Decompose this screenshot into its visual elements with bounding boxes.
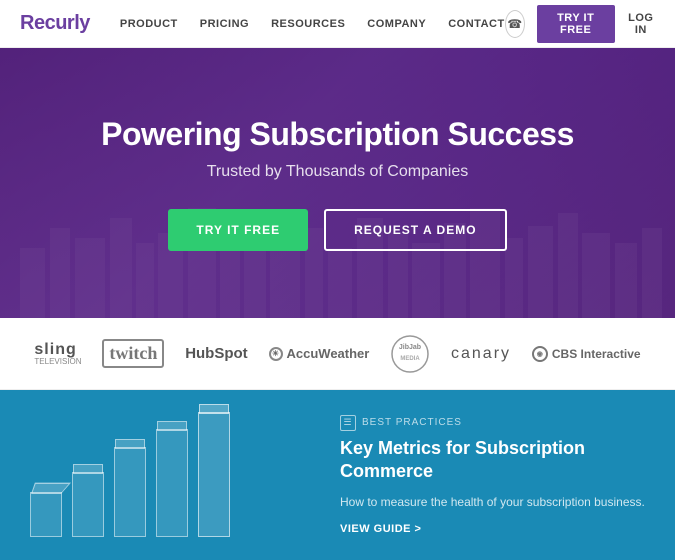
logo-canary: canary — [451, 345, 511, 363]
accuweather-icon: ☀ — [269, 347, 283, 361]
navbar-try-button[interactable]: TRY IT FREE — [537, 5, 615, 43]
logo-hubspot: HubSpot — [185, 345, 247, 362]
logo-sling: sling TELEVISION — [34, 342, 81, 366]
logos-strip: sling TELEVISION twitch HubSpot ☀ AccuWe… — [0, 318, 675, 390]
nav-contact[interactable]: CONTACT — [448, 18, 504, 30]
nav-resources[interactable]: RESOURCES — [271, 18, 345, 30]
nav-product[interactable]: PRODUCT — [120, 18, 178, 30]
feature-title: Key Metrics for Subscription Commerce — [340, 437, 645, 484]
sling-tv-label: TELEVISION — [34, 358, 81, 366]
nav-company[interactable]: COMPANY — [367, 18, 426, 30]
logo-accuweather: ☀ AccuWeather — [269, 346, 370, 361]
tag-icon: ☰ — [340, 415, 356, 431]
navbar-login-button[interactable]: LOG IN — [627, 12, 655, 36]
jibjab-svg: JibJab MEDIA — [390, 334, 430, 374]
chart-bar-5 — [198, 412, 230, 537]
chart-bar-3 — [114, 447, 146, 537]
hero-try-button[interactable]: TRY IT FREE — [168, 209, 308, 251]
chart-bar-1 — [30, 492, 62, 537]
hero-section: Powering Subscription Success Trusted by… — [0, 48, 675, 318]
hero-content: Powering Subscription Success Trusted by… — [101, 116, 574, 251]
logo-cbs: ◉ CBS Interactive — [532, 346, 641, 362]
hero-subtitle: Trusted by Thousands of Companies — [101, 163, 574, 181]
svg-text:MEDIA: MEDIA — [401, 356, 421, 362]
navbar: Recurly PRODUCT PRICING RESOURCES COMPAN… — [0, 0, 675, 48]
hero-title: Powering Subscription Success — [101, 116, 574, 153]
logo-jibjab: JibJab MEDIA — [390, 334, 430, 374]
chart-bar-4 — [156, 429, 188, 537]
logo[interactable]: Recurly — [20, 12, 90, 35]
hero-demo-button[interactable]: REQUEST A DEMO — [324, 209, 506, 251]
cbs-icon: ◉ — [532, 346, 548, 362]
chart-area — [30, 405, 310, 545]
nav-links: PRODUCT PRICING RESOURCES COMPANY CONTAC… — [120, 18, 505, 30]
hero-buttons: TRY IT FREE REQUEST A DEMO — [101, 209, 574, 251]
navbar-right: ☎ TRY IT FREE LOG IN — [505, 5, 655, 43]
logo-twitch: twitch — [102, 339, 164, 368]
feature-link[interactable]: VIEW GUIDE > — [340, 523, 645, 535]
feature-desc: How to measure the health of your subscr… — [340, 493, 645, 511]
nav-pricing[interactable]: PRICING — [200, 18, 249, 30]
feature-tag: ☰ Best Practices — [340, 415, 645, 431]
feature-content: ☰ Best Practices Key Metrics for Subscri… — [340, 415, 645, 536]
svg-text:JibJab: JibJab — [399, 344, 421, 351]
phone-icon[interactable]: ☎ — [505, 10, 525, 38]
chart-bar-2 — [72, 472, 104, 537]
feature-section: ☰ Best Practices Key Metrics for Subscri… — [0, 390, 675, 560]
